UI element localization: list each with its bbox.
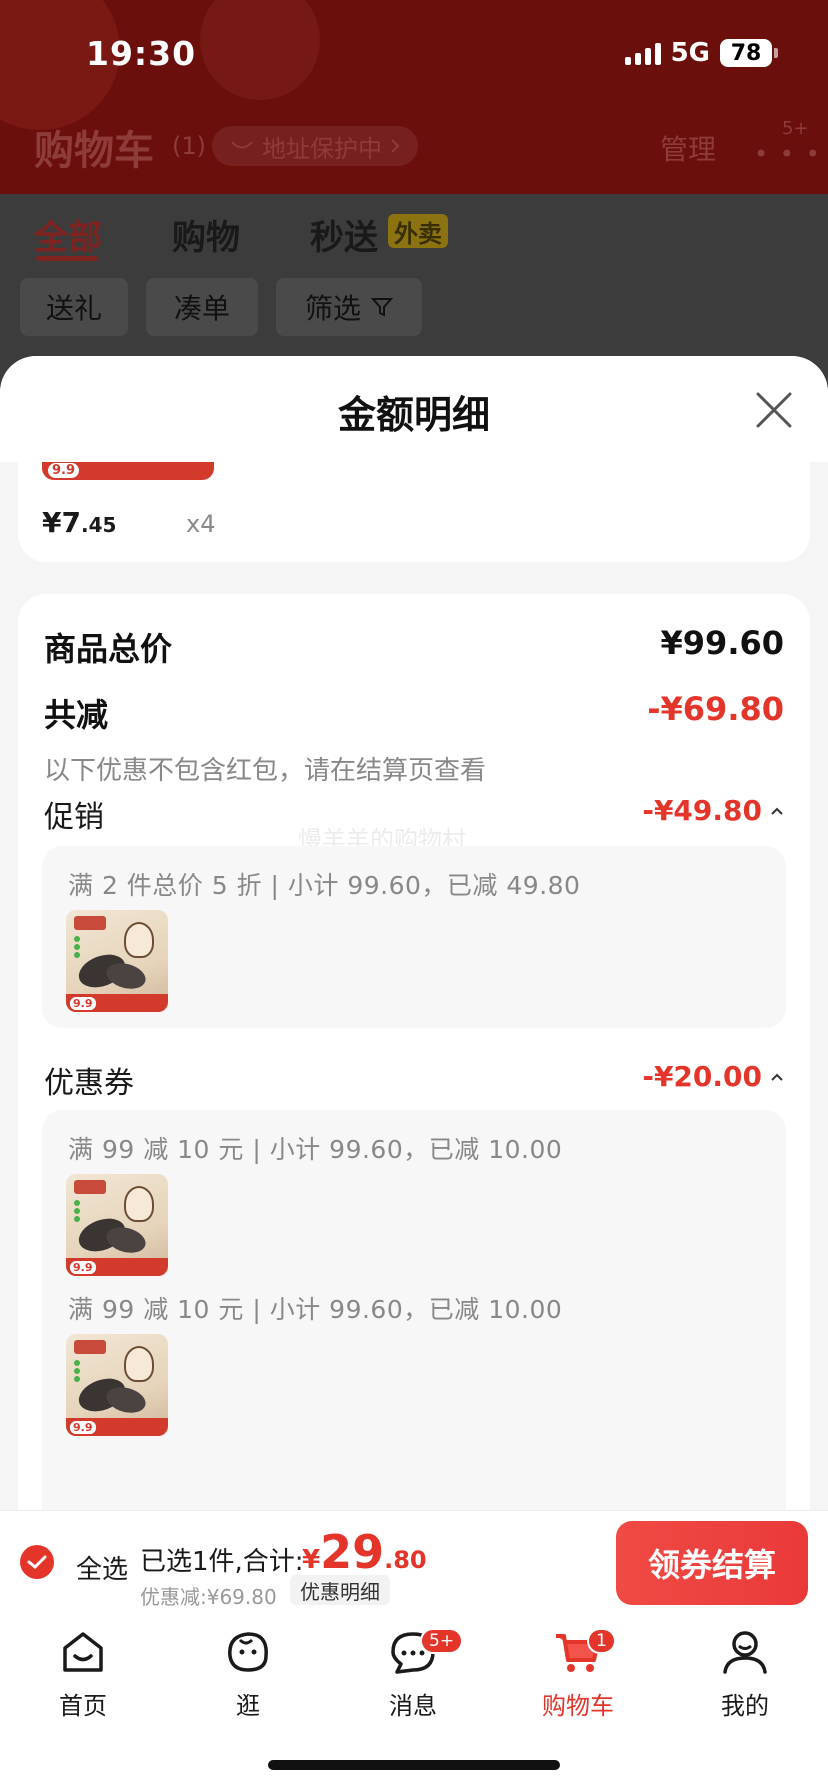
message-badge: 5+ [420, 1628, 464, 1654]
sheet-title: 金额明细 [337, 393, 490, 437]
product-thumbnail[interactable]: 9.9 [42, 462, 214, 480]
tab-label: 逛 [236, 1692, 260, 1720]
address-protect-label: 地址保护中 [262, 134, 382, 163]
product-badge: 9.9 [70, 1421, 96, 1434]
select-all-checkbox[interactable] [20, 1545, 54, 1579]
tab-seconds-delivery[interactable]: 秒送 [310, 210, 378, 259]
product-price-int: ¥7 [42, 506, 81, 539]
shield-smile-icon [231, 141, 253, 149]
tab-label: 购物车 [542, 1692, 614, 1720]
home-indicator [268, 1760, 560, 1770]
tab-label: 首页 [59, 1692, 107, 1720]
sheet-header: 金额明细 [0, 356, 828, 462]
product-quantity: x4 [186, 510, 216, 538]
more-icon[interactable]: • • • [754, 140, 822, 168]
total-price-label: 商品总价 [44, 630, 173, 668]
home-icon [63, 1632, 103, 1672]
product-thumbnail[interactable]: 9.9 [66, 1174, 168, 1276]
battery-icon: 78 [720, 39, 778, 67]
tab-label: 我的 [721, 1692, 769, 1720]
check-icon [27, 1555, 47, 1570]
discount-detail-button[interactable]: 优惠明细 [290, 1575, 390, 1605]
tab-profile[interactable]: 我的 [690, 1626, 800, 1736]
coupon-value: -¥20.00 [642, 1060, 762, 1093]
reduce-value: -¥69.80 [647, 690, 784, 728]
total-price-value: ¥99.60 [660, 624, 784, 662]
tab-home[interactable]: 首页 [28, 1626, 138, 1736]
product-thumbnail[interactable]: 9.9 [66, 1334, 168, 1436]
explore-icon [228, 1632, 268, 1672]
chevron-up-icon [771, 1073, 783, 1081]
promo-rule: 满 2 件总价 5 折 | 小计 99.60，已减 49.80 [68, 871, 581, 900]
tab-explore[interactable]: 逛 [193, 1626, 303, 1736]
status-time: 19:30 [86, 34, 197, 73]
coupon-detail-box: 满 99 减 10 元 | 小计 99.60，已减 10.00 9.9 满 99… [42, 1110, 786, 1511]
select-all-label[interactable]: 全选 [76, 1549, 128, 1586]
coupon-rule: 满 99 减 10 元 | 小计 99.60，已减 10.00 [68, 1135, 563, 1164]
total-dec: .80 [384, 1546, 427, 1574]
reduce-label: 共减 [44, 696, 109, 734]
bottom-tab-bar: 首页 逛 消息 5+ 购物车 1 我的 [0, 1614, 828, 1792]
selected-summary: 已选1件,合计: [140, 1547, 304, 1577]
manage-button[interactable]: 管理 [660, 128, 716, 168]
tab-shopping[interactable]: 购物 [172, 210, 240, 259]
product-thumbnail[interactable]: 9.9 [66, 910, 168, 1012]
cart-count: (1) [172, 132, 206, 160]
chip-filter[interactable]: 筛选 [276, 278, 422, 336]
chevron-up-icon [771, 807, 783, 815]
more-badge: 5+ [782, 118, 809, 139]
promo-toggle[interactable]: -¥49.80 [642, 794, 784, 827]
checkout-button[interactable]: 领券结算 [616, 1521, 808, 1605]
price-breakdown-card: 商品总价 ¥99.60 共减 -¥69.80 以下优惠不包含红包，请在结算页查看… [18, 594, 810, 1511]
coupon-toggle[interactable]: -¥20.00 [642, 1060, 784, 1093]
filter-icon [371, 298, 393, 317]
chip-filter-label: 筛选 [304, 292, 361, 325]
cart-badge: 1 [587, 1628, 616, 1654]
chip-combine[interactable]: 凑单 [146, 278, 258, 336]
product-badge: 9.9 [48, 463, 80, 478]
tab-indicator [36, 256, 98, 261]
promo-value: -¥49.80 [642, 794, 762, 827]
total-price: ¥29.80 [302, 1525, 427, 1579]
profile-icon [723, 1631, 767, 1674]
tab-cart[interactable]: 购物车 1 [523, 1626, 633, 1736]
tab-messages[interactable]: 消息 5+ [358, 1626, 468, 1736]
coupon-label: 优惠券 [44, 1066, 134, 1101]
total-int: 29 [320, 1525, 385, 1579]
total-currency: ¥ [302, 1545, 321, 1575]
product-card: 9.9 ¥7.45 x4 [18, 462, 810, 562]
product-price: ¥7.45 [42, 506, 116, 539]
close-icon[interactable] [752, 388, 796, 432]
page-title: 购物车 [34, 128, 154, 174]
header-decoration [200, 0, 320, 100]
tab-label: 消息 [389, 1692, 437, 1720]
network-type: 5G [670, 38, 710, 68]
promo-detail-box: 满 2 件总价 5 折 | 小计 99.60，已减 49.80 9.9 [42, 846, 786, 1028]
signal-icon [624, 41, 661, 65]
product-badge: 9.9 [70, 1261, 96, 1274]
amount-detail-sheet: 金额明细 9.9 ¥7.45 x4 商品总价 ¥99.60 共减 -¥69.80… [0, 356, 828, 1511]
product-price-dec: .45 [80, 513, 117, 537]
checkout-bar: 全选 已选1件,合计: ¥29.80 优惠减:¥69.80 优惠明细 领券结算 [0, 1510, 828, 1614]
coupon-rule: 满 99 减 10 元 | 小计 99.60，已减 10.00 [68, 1295, 563, 1324]
promo-label: 促销 [44, 800, 104, 835]
address-protect-pill[interactable]: 地址保护中 [212, 126, 418, 166]
status-indicators: 5G 78 [624, 38, 778, 68]
waimai-badge: 外卖 [388, 214, 448, 248]
discount-summary: 优惠减:¥69.80 [140, 1585, 277, 1609]
chevron-right-icon [391, 139, 400, 153]
chip-gift[interactable]: 送礼 [20, 278, 128, 336]
tab-all[interactable]: 全部 [34, 210, 102, 259]
product-badge: 9.9 [70, 997, 96, 1010]
reduce-note: 以下优惠不包含红包，请在结算页查看 [44, 756, 487, 786]
